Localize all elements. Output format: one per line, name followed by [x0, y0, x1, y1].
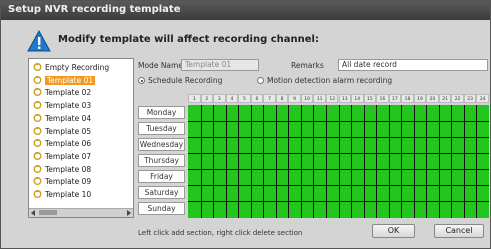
day-label: Friday	[138, 170, 185, 183]
tree-item-label: Template 03	[45, 101, 92, 111]
tree-item[interactable]: Template 03	[33, 100, 91, 111]
day-label: Saturday	[138, 186, 185, 199]
hour-header: 12	[325, 94, 339, 103]
scroll-left-arrow-icon[interactable]	[31, 210, 35, 216]
tree-item-label: Template 05	[45, 126, 92, 136]
template-icon	[33, 75, 42, 84]
hour-header: 1	[188, 94, 201, 103]
tree-item[interactable]: Template 02	[33, 87, 91, 98]
hour-header: 9	[288, 94, 301, 103]
warning-icon	[27, 30, 51, 52]
day-label: Tuesday	[138, 122, 185, 135]
tree-item-label: Template 06	[45, 139, 92, 149]
hour-header: 22	[451, 94, 464, 103]
tree-item-label: Empty Recording	[45, 63, 110, 72]
template-icon	[33, 63, 42, 71]
motion-detection-label[interactable]: Motion detection alarm recording	[267, 76, 392, 85]
ok-button[interactable]: OK	[372, 224, 415, 238]
tree-item[interactable]: Template 01	[33, 75, 96, 86]
hour-header: 23	[463, 94, 477, 103]
template-icon	[33, 177, 42, 186]
tree-item[interactable]: Template 07	[33, 151, 91, 162]
mode-name-label: Mode Name:	[138, 61, 186, 70]
tree-item-label: Template 04	[45, 113, 92, 123]
hour-header: 10	[300, 94, 314, 103]
tree-item[interactable]: Empty Recording	[33, 62, 109, 73]
schedule-grid[interactable]: 1 2 3 4 5 6 7 8 9 10 11 12 13 14 15 16 17 18 19 20 21 22 23 24 M…	[138, 94, 489, 219]
hour-header: 19	[413, 94, 427, 103]
hour-header: 21	[438, 94, 452, 103]
scroll-thumb[interactable]	[39, 210, 57, 215]
hour-header: 2	[200, 94, 214, 103]
tree-item-label: Template 02	[45, 88, 92, 98]
hour-header: 6	[250, 94, 264, 103]
hour-header: 4	[225, 94, 239, 103]
hour-header: 8	[275, 94, 289, 103]
tree-item[interactable]: Template 08	[33, 164, 91, 175]
day-label: Monday	[138, 106, 185, 119]
template-icon	[33, 101, 42, 110]
day-label: Wednesday	[138, 138, 185, 151]
template-icon	[33, 190, 42, 198]
template-icon	[33, 88, 42, 97]
tree-item[interactable]: Template 10	[33, 189, 91, 200]
hour-header: 13	[338, 94, 352, 103]
remarks-label: Remarks	[291, 61, 324, 70]
tree-item-label: Template 10	[45, 190, 92, 199]
tree-item-label: Template 01	[45, 75, 96, 85]
hour-header: 16	[376, 94, 389, 103]
status-hint: Left click add section, right click dele…	[138, 229, 303, 237]
day-label: Sunday	[138, 202, 185, 215]
window-title: Setup NVR recording template	[8, 4, 181, 15]
hour-header: 15	[363, 94, 377, 103]
cancel-button[interactable]: Cancel	[434, 224, 484, 238]
tree-horizontal-scrollbar[interactable]	[29, 208, 133, 217]
template-icon	[33, 126, 42, 135]
schedule-recording-radio[interactable]	[138, 77, 145, 84]
template-icon	[33, 113, 42, 122]
hour-header: 3	[213, 94, 226, 103]
day-label: Thursday	[138, 154, 185, 167]
tree-item-label: Template 09	[45, 177, 92, 187]
tree-item[interactable]: Template 05	[33, 126, 91, 137]
hour-header: 20	[426, 94, 439, 103]
scroll-right-arrow-icon[interactable]	[127, 210, 131, 216]
motion-detection-radio[interactable]	[257, 77, 264, 84]
tree-item[interactable]: Template 04	[33, 113, 91, 124]
hour-header: 11	[313, 94, 326, 103]
tree-item[interactable]: Template 09	[33, 176, 91, 187]
template-tree[interactable]: Empty Recording Template 01 Template 02 Tem…	[28, 58, 134, 218]
warning-message: Modify template will affect recording ch…	[58, 34, 319, 45]
recording-schedule-fill[interactable]	[188, 105, 489, 218]
hour-header: 24	[476, 94, 489, 103]
hour-header: 14	[351, 94, 364, 103]
tree-item[interactable]: Template 06	[33, 138, 91, 149]
mode-name-input[interactable]: Template 01	[181, 59, 259, 71]
tree-item-label: Template 08	[45, 164, 92, 174]
hour-header: 7	[263, 94, 276, 103]
schedule-recording-label[interactable]: Schedule Recording	[148, 76, 222, 85]
recording-template-window: Setup NVR recording template Modify temp…	[0, 0, 491, 249]
hour-header: 17	[388, 94, 402, 103]
tree-item-label: Template 07	[45, 151, 92, 161]
hour-header: 5	[238, 94, 251, 103]
template-icon	[33, 151, 42, 160]
remarks-input[interactable]: All date record	[338, 59, 488, 71]
template-icon	[33, 139, 42, 148]
title-bar: Setup NVR recording template	[1, 1, 490, 20]
hour-header: 18	[401, 94, 414, 103]
template-icon	[33, 164, 42, 173]
